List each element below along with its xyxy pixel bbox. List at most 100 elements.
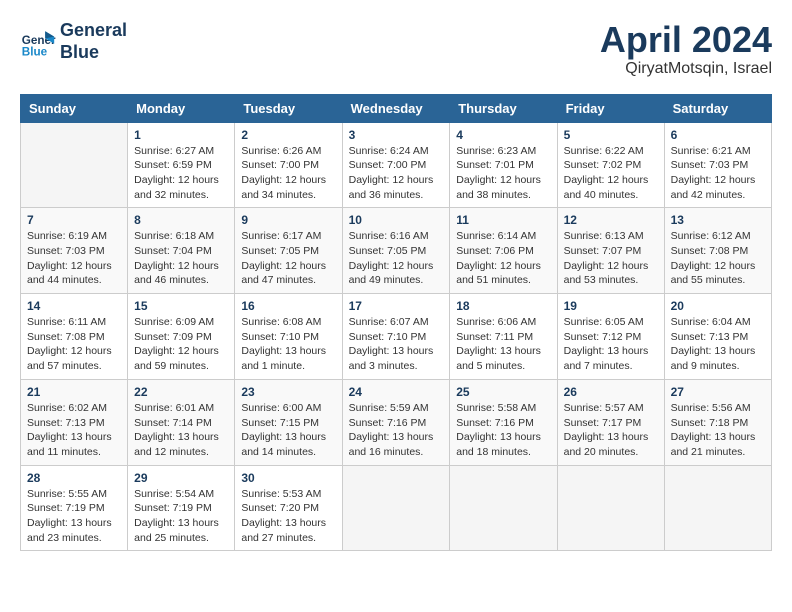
day-number: 22 bbox=[134, 385, 228, 399]
calendar-cell: 1 Sunrise: 6:27 AMSunset: 6:59 PMDaylight… bbox=[128, 122, 235, 208]
day-info: Sunrise: 6:07 AMSunset: 7:10 PMDaylight:… bbox=[349, 315, 444, 374]
calendar-cell: 5 Sunrise: 6:22 AMSunset: 7:02 PMDaylight… bbox=[557, 122, 664, 208]
logo-icon: General Blue bbox=[20, 24, 56, 60]
calendar-cell bbox=[21, 122, 128, 208]
calendar-cell: 25Sunrise: 5:58 AMSunset: 7:16 PMDayligh… bbox=[450, 379, 557, 465]
day-number: 17 bbox=[349, 299, 444, 313]
logo-text: General Blue bbox=[60, 20, 127, 63]
day-number: 8 bbox=[134, 213, 228, 227]
day-info: Sunrise: 6:22 AMSunset: 7:02 PMDaylight:… bbox=[564, 144, 658, 203]
day-number: 20 bbox=[671, 299, 765, 313]
calendar-cell bbox=[450, 465, 557, 551]
calendar-cell: 16 Sunrise: 6:08 AMSunset: 7:10 PMDayligh… bbox=[235, 294, 342, 380]
page-header: General Blue General Blue April 2024 Qir… bbox=[20, 20, 772, 78]
day-number: 11 bbox=[456, 213, 550, 227]
day-number: 29 bbox=[134, 471, 228, 485]
day-number: 21 bbox=[27, 385, 121, 399]
day-info: Sunrise: 6:16 AMSunset: 7:05 PMDaylight:… bbox=[349, 229, 444, 288]
calendar-cell: 18Sunrise: 6:06 AMSunset: 7:11 PMDayligh… bbox=[450, 294, 557, 380]
day-number: 12 bbox=[564, 213, 658, 227]
day-info: Sunrise: 6:05 AMSunset: 7:12 PMDaylight:… bbox=[564, 315, 658, 374]
day-info: Sunrise: 6:08 AMSunset: 7:10 PMDaylight:… bbox=[241, 315, 335, 374]
day-header-tuesday: Tuesday bbox=[235, 94, 342, 122]
calendar-cell: 28 Sunrise: 5:55 AMSunset: 7:19 PMDayligh… bbox=[21, 465, 128, 551]
day-info: Sunrise: 6:19 AMSunset: 7:03 PMDaylight:… bbox=[27, 229, 121, 288]
calendar-cell bbox=[557, 465, 664, 551]
calendar-cell: 17 Sunrise: 6:07 AMSunset: 7:10 PMDayligh… bbox=[342, 294, 450, 380]
calendar-cell: 29 Sunrise: 5:54 AMSunset: 7:19 PMDayligh… bbox=[128, 465, 235, 551]
calendar-cell: 12 Sunrise: 6:13 AMSunset: 7:07 PMDayligh… bbox=[557, 208, 664, 294]
day-header-saturday: Saturday bbox=[664, 94, 771, 122]
day-number: 2 bbox=[241, 128, 335, 142]
calendar-cell: 20 Sunrise: 6:04 AMSunset: 7:13 PMDayligh… bbox=[664, 294, 771, 380]
day-info: Sunrise: 6:21 AMSunset: 7:03 PMDaylight:… bbox=[671, 144, 765, 203]
day-info: Sunrise: 6:27 AMSunset: 6:59 PMDaylight:… bbox=[134, 144, 228, 203]
calendar-cell: 27 Sunrise: 5:56 AMSunset: 7:18 PMDayligh… bbox=[664, 379, 771, 465]
day-number: 7 bbox=[27, 213, 121, 227]
day-number: 16 bbox=[241, 299, 335, 313]
calendar-cell bbox=[342, 465, 450, 551]
day-info: Sunrise: 6:11 AMSunset: 7:08 PMDaylight:… bbox=[27, 315, 121, 374]
day-number: 30 bbox=[241, 471, 335, 485]
calendar-cell: 30Sunrise: 5:53 AMSunset: 7:20 PMDayligh… bbox=[235, 465, 342, 551]
day-number: 5 bbox=[564, 128, 658, 142]
day-number: 1 bbox=[134, 128, 228, 142]
day-number: 19 bbox=[564, 299, 658, 313]
calendar-cell: 9 Sunrise: 6:17 AMSunset: 7:05 PMDaylight… bbox=[235, 208, 342, 294]
day-number: 15 bbox=[134, 299, 228, 313]
day-number: 6 bbox=[671, 128, 765, 142]
calendar-cell: 21 Sunrise: 6:02 AMSunset: 7:13 PMDayligh… bbox=[21, 379, 128, 465]
day-header-wednesday: Wednesday bbox=[342, 94, 450, 122]
day-info: Sunrise: 6:17 AMSunset: 7:05 PMDaylight:… bbox=[241, 229, 335, 288]
day-number: 9 bbox=[241, 213, 335, 227]
day-info: Sunrise: 6:12 AMSunset: 7:08 PMDaylight:… bbox=[671, 229, 765, 288]
calendar-table: SundayMondayTuesdayWednesdayThursdayFrid… bbox=[20, 94, 772, 552]
calendar-cell: 6 Sunrise: 6:21 AMSunset: 7:03 PMDaylight… bbox=[664, 122, 771, 208]
day-number: 4 bbox=[456, 128, 550, 142]
calendar-cell: 15 Sunrise: 6:09 AMSunset: 7:09 PMDayligh… bbox=[128, 294, 235, 380]
calendar-cell: 13 Sunrise: 6:12 AMSunset: 7:08 PMDayligh… bbox=[664, 208, 771, 294]
day-info: Sunrise: 6:24 AMSunset: 7:00 PMDaylight:… bbox=[349, 144, 444, 203]
day-info: Sunrise: 6:02 AMSunset: 7:13 PMDaylight:… bbox=[27, 401, 121, 460]
calendar-cell: 11Sunrise: 6:14 AMSunset: 7:06 PMDayligh… bbox=[450, 208, 557, 294]
day-info: Sunrise: 6:23 AMSunset: 7:01 PMDaylight:… bbox=[456, 144, 550, 203]
day-header-monday: Monday bbox=[128, 94, 235, 122]
calendar-cell: 23 Sunrise: 6:00 AMSunset: 7:15 PMDayligh… bbox=[235, 379, 342, 465]
day-info: Sunrise: 6:00 AMSunset: 7:15 PMDaylight:… bbox=[241, 401, 335, 460]
calendar-week-row: 21 Sunrise: 6:02 AMSunset: 7:13 PMDayligh… bbox=[21, 379, 772, 465]
calendar-cell: 3Sunrise: 6:24 AMSunset: 7:00 PMDaylight… bbox=[342, 122, 450, 208]
calendar-cell: 19 Sunrise: 6:05 AMSunset: 7:12 PMDayligh… bbox=[557, 294, 664, 380]
day-number: 23 bbox=[241, 385, 335, 399]
title-block: April 2024 QiryatMotsqin, Israel bbox=[600, 20, 772, 78]
calendar-cell: 10 Sunrise: 6:16 AMSunset: 7:05 PMDayligh… bbox=[342, 208, 450, 294]
day-info: Sunrise: 5:55 AMSunset: 7:19 PMDaylight:… bbox=[27, 487, 121, 546]
calendar-week-row: 1 Sunrise: 6:27 AMSunset: 6:59 PMDaylight… bbox=[21, 122, 772, 208]
day-header-sunday: Sunday bbox=[21, 94, 128, 122]
calendar-week-row: 7 Sunrise: 6:19 AMSunset: 7:03 PMDaylight… bbox=[21, 208, 772, 294]
day-info: Sunrise: 6:13 AMSunset: 7:07 PMDaylight:… bbox=[564, 229, 658, 288]
day-number: 13 bbox=[671, 213, 765, 227]
logo: General Blue General Blue bbox=[20, 20, 127, 63]
calendar-cell: 24Sunrise: 5:59 AMSunset: 7:16 PMDayligh… bbox=[342, 379, 450, 465]
day-info: Sunrise: 5:54 AMSunset: 7:19 PMDaylight:… bbox=[134, 487, 228, 546]
day-info: Sunrise: 6:04 AMSunset: 7:13 PMDaylight:… bbox=[671, 315, 765, 374]
calendar-cell: 26Sunrise: 5:57 AMSunset: 7:17 PMDayligh… bbox=[557, 379, 664, 465]
day-info: Sunrise: 6:26 AMSunset: 7:00 PMDaylight:… bbox=[241, 144, 335, 203]
day-info: Sunrise: 5:56 AMSunset: 7:18 PMDaylight:… bbox=[671, 401, 765, 460]
calendar-cell bbox=[664, 465, 771, 551]
day-info: Sunrise: 6:09 AMSunset: 7:09 PMDaylight:… bbox=[134, 315, 228, 374]
svg-text:Blue: Blue bbox=[22, 45, 48, 58]
day-info: Sunrise: 5:58 AMSunset: 7:16 PMDaylight:… bbox=[456, 401, 550, 460]
calendar-week-row: 14Sunrise: 6:11 AMSunset: 7:08 PMDayligh… bbox=[21, 294, 772, 380]
day-number: 10 bbox=[349, 213, 444, 227]
calendar-cell: 7 Sunrise: 6:19 AMSunset: 7:03 PMDaylight… bbox=[21, 208, 128, 294]
calendar-cell: 2 Sunrise: 6:26 AMSunset: 7:00 PMDaylight… bbox=[235, 122, 342, 208]
day-number: 27 bbox=[671, 385, 765, 399]
day-header-friday: Friday bbox=[557, 94, 664, 122]
calendar-cell: 14Sunrise: 6:11 AMSunset: 7:08 PMDayligh… bbox=[21, 294, 128, 380]
day-number: 28 bbox=[27, 471, 121, 485]
calendar-cell: 4 Sunrise: 6:23 AMSunset: 7:01 PMDaylight… bbox=[450, 122, 557, 208]
day-number: 26 bbox=[564, 385, 658, 399]
calendar-week-row: 28 Sunrise: 5:55 AMSunset: 7:19 PMDayligh… bbox=[21, 465, 772, 551]
day-info: Sunrise: 5:59 AMSunset: 7:16 PMDaylight:… bbox=[349, 401, 444, 460]
